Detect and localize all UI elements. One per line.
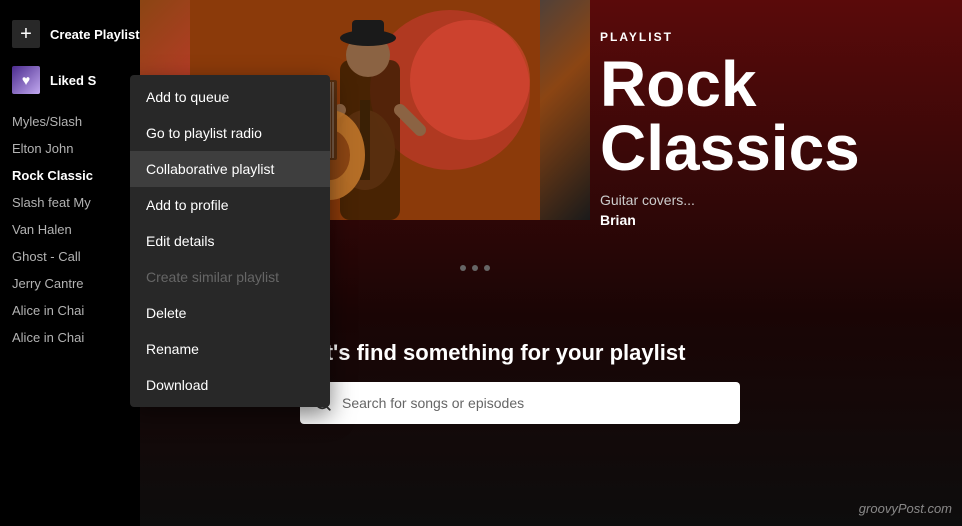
context-menu-edit-details[interactable]: Edit details [130, 223, 330, 259]
sidebar-item-alice-1[interactable]: Alice in Chai [0, 297, 140, 324]
context-menu-add-to-profile[interactable]: Add to profile [130, 187, 330, 223]
sidebar-item-van-halen[interactable]: Van Halen [0, 216, 140, 243]
search-placeholder-text: Search for songs or episodes [342, 395, 524, 411]
liked-songs-label: Liked S [50, 73, 96, 88]
create-playlist-button[interactable]: + Create Playlist [0, 10, 140, 58]
dot-2 [472, 265, 478, 271]
context-menu-rename[interactable]: Rename [130, 331, 330, 367]
context-menu-collaborative[interactable]: Collaborative playlist [130, 151, 330, 187]
find-title-rest: et's find something for your playlist [313, 340, 685, 365]
context-menu-download[interactable]: Download [130, 367, 330, 403]
create-playlist-label: Create Playlist [50, 27, 140, 42]
sidebar-playlist-list: Myles/Slash Elton John Rock Classic Slas… [0, 102, 140, 357]
search-bar[interactable]: Search for songs or episodes [300, 382, 740, 424]
dot-1 [460, 265, 466, 271]
playlist-author: Brian [600, 212, 942, 228]
playlist-type: PLAYLIST [600, 30, 942, 44]
liked-songs-button[interactable]: ♥ Liked S [0, 58, 140, 102]
playlist-title: Rock Classics [600, 52, 942, 180]
sidebar: + Create Playlist ♥ Liked S Myles/Slash … [0, 0, 140, 526]
context-menu-delete[interactable]: Delete [130, 295, 330, 331]
context-menu: Add to queue Go to playlist radio Collab… [130, 75, 330, 407]
dot-3 [484, 265, 490, 271]
find-title: Let's find something for your playlist [300, 340, 922, 366]
sidebar-item-elton-john[interactable]: Elton John [0, 135, 140, 162]
find-section: Let's find something for your playlist S… [300, 340, 922, 424]
context-menu-create-similar: Create similar playlist [130, 259, 330, 295]
sidebar-item-slash[interactable]: Slash feat My [0, 189, 140, 216]
dots-decoration [460, 265, 490, 271]
sidebar-item-myles-slash[interactable]: Myles/Slash [0, 108, 140, 135]
playlist-description: Guitar covers... [600, 192, 942, 208]
sidebar-item-ghost-call[interactable]: Ghost - Call [0, 243, 140, 270]
plus-icon: + [12, 20, 40, 48]
context-menu-add-to-queue[interactable]: Add to queue [130, 79, 330, 115]
context-menu-go-to-radio[interactable]: Go to playlist radio [130, 115, 330, 151]
sidebar-item-jerry-cantre[interactable]: Jerry Cantre [0, 270, 140, 297]
playlist-info: PLAYLIST Rock Classics Guitar covers... … [600, 30, 942, 228]
heart-icon: ♥ [12, 66, 40, 94]
sidebar-item-alice-2[interactable]: Alice in Chai [0, 324, 140, 351]
sidebar-item-rock-classics[interactable]: Rock Classic [0, 162, 140, 189]
watermark: groovyPost.com [859, 501, 952, 516]
